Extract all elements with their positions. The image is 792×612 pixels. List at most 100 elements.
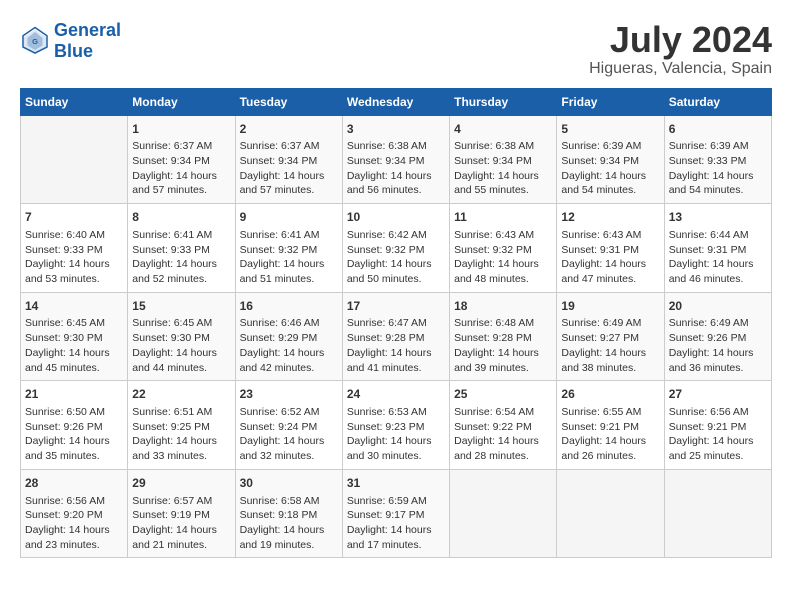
table-row: 1 Sunrise: 6:37 AMSunset: 9:34 PMDayligh… [128,115,235,204]
table-row: 7 Sunrise: 6:40 AMSunset: 9:33 PMDayligh… [21,204,128,293]
day-number: 6 [669,121,767,138]
day-info: Sunrise: 6:56 AMSunset: 9:20 PMDaylight:… [25,494,123,553]
table-row: 13 Sunrise: 6:44 AMSunset: 9:31 PMDaylig… [664,204,771,293]
day-info: Sunrise: 6:38 AMSunset: 9:34 PMDaylight:… [454,139,552,198]
logo-icon: G [20,26,50,56]
page-header: G General Blue July 2024 Higueras, Valen… [20,20,772,78]
day-number: 3 [347,121,445,138]
table-row: 24 Sunrise: 6:53 AMSunset: 9:23 PMDaylig… [342,381,449,470]
day-number: 18 [454,298,552,315]
table-row: 23 Sunrise: 6:52 AMSunset: 9:24 PMDaylig… [235,381,342,470]
header-saturday: Saturday [664,88,771,115]
header-friday: Friday [557,88,664,115]
day-info: Sunrise: 6:51 AMSunset: 9:25 PMDaylight:… [132,405,230,464]
day-number: 31 [347,475,445,492]
weekday-header-row: Sunday Monday Tuesday Wednesday Thursday… [21,88,772,115]
day-info: Sunrise: 6:39 AMSunset: 9:33 PMDaylight:… [669,139,767,198]
table-row: 6 Sunrise: 6:39 AMSunset: 9:33 PMDayligh… [664,115,771,204]
day-info: Sunrise: 6:41 AMSunset: 9:32 PMDaylight:… [240,228,338,287]
day-number: 29 [132,475,230,492]
day-number: 14 [25,298,123,315]
table-row: 14 Sunrise: 6:45 AMSunset: 9:30 PMDaylig… [21,292,128,381]
logo: G General Blue [20,20,121,62]
day-number: 25 [454,386,552,403]
table-row: 30 Sunrise: 6:58 AMSunset: 9:18 PMDaylig… [235,469,342,558]
day-number: 21 [25,386,123,403]
table-row: 5 Sunrise: 6:39 AMSunset: 9:34 PMDayligh… [557,115,664,204]
table-row: 27 Sunrise: 6:56 AMSunset: 9:21 PMDaylig… [664,381,771,470]
table-row: 3 Sunrise: 6:38 AMSunset: 9:34 PMDayligh… [342,115,449,204]
day-info: Sunrise: 6:54 AMSunset: 9:22 PMDaylight:… [454,405,552,464]
day-number: 15 [132,298,230,315]
table-row: 18 Sunrise: 6:48 AMSunset: 9:28 PMDaylig… [450,292,557,381]
day-info: Sunrise: 6:37 AMSunset: 9:34 PMDaylight:… [132,139,230,198]
calendar-week-row: 21 Sunrise: 6:50 AMSunset: 9:26 PMDaylig… [21,381,772,470]
day-info: Sunrise: 6:59 AMSunset: 9:17 PMDaylight:… [347,494,445,553]
day-info: Sunrise: 6:49 AMSunset: 9:26 PMDaylight:… [669,316,767,375]
table-row: 20 Sunrise: 6:49 AMSunset: 9:26 PMDaylig… [664,292,771,381]
day-number: 22 [132,386,230,403]
day-info: Sunrise: 6:47 AMSunset: 9:28 PMDaylight:… [347,316,445,375]
day-info: Sunrise: 6:45 AMSunset: 9:30 PMDaylight:… [132,316,230,375]
day-number: 17 [347,298,445,315]
day-number: 23 [240,386,338,403]
table-row: 4 Sunrise: 6:38 AMSunset: 9:34 PMDayligh… [450,115,557,204]
table-row [557,469,664,558]
header-tuesday: Tuesday [235,88,342,115]
day-number: 7 [25,209,123,226]
day-info: Sunrise: 6:38 AMSunset: 9:34 PMDaylight:… [347,139,445,198]
table-row [21,115,128,204]
day-number: 4 [454,121,552,138]
day-info: Sunrise: 6:42 AMSunset: 9:32 PMDaylight:… [347,228,445,287]
table-row: 29 Sunrise: 6:57 AMSunset: 9:19 PMDaylig… [128,469,235,558]
header-sunday: Sunday [21,88,128,115]
day-number: 28 [25,475,123,492]
location-subtitle: Higueras, Valencia, Spain [589,60,772,78]
day-number: 8 [132,209,230,226]
title-block: July 2024 Higueras, Valencia, Spain [589,20,772,78]
day-info: Sunrise: 6:48 AMSunset: 9:28 PMDaylight:… [454,316,552,375]
day-info: Sunrise: 6:40 AMSunset: 9:33 PMDaylight:… [25,228,123,287]
header-wednesday: Wednesday [342,88,449,115]
day-number: 20 [669,298,767,315]
day-info: Sunrise: 6:43 AMSunset: 9:32 PMDaylight:… [454,228,552,287]
day-number: 2 [240,121,338,138]
table-row: 8 Sunrise: 6:41 AMSunset: 9:33 PMDayligh… [128,204,235,293]
day-number: 16 [240,298,338,315]
table-row: 28 Sunrise: 6:56 AMSunset: 9:20 PMDaylig… [21,469,128,558]
day-number: 13 [669,209,767,226]
day-info: Sunrise: 6:53 AMSunset: 9:23 PMDaylight:… [347,405,445,464]
logo-text: General Blue [54,20,121,62]
day-number: 30 [240,475,338,492]
day-info: Sunrise: 6:55 AMSunset: 9:21 PMDaylight:… [561,405,659,464]
table-row: 22 Sunrise: 6:51 AMSunset: 9:25 PMDaylig… [128,381,235,470]
day-info: Sunrise: 6:39 AMSunset: 9:34 PMDaylight:… [561,139,659,198]
table-row: 2 Sunrise: 6:37 AMSunset: 9:34 PMDayligh… [235,115,342,204]
table-row: 31 Sunrise: 6:59 AMSunset: 9:17 PMDaylig… [342,469,449,558]
day-info: Sunrise: 6:37 AMSunset: 9:34 PMDaylight:… [240,139,338,198]
table-row [450,469,557,558]
calendar-week-row: 7 Sunrise: 6:40 AMSunset: 9:33 PMDayligh… [21,204,772,293]
day-number: 27 [669,386,767,403]
day-number: 24 [347,386,445,403]
day-info: Sunrise: 6:49 AMSunset: 9:27 PMDaylight:… [561,316,659,375]
day-info: Sunrise: 6:43 AMSunset: 9:31 PMDaylight:… [561,228,659,287]
month-title: July 2024 [589,20,772,60]
day-info: Sunrise: 6:41 AMSunset: 9:33 PMDaylight:… [132,228,230,287]
table-row: 10 Sunrise: 6:42 AMSunset: 9:32 PMDaylig… [342,204,449,293]
table-row: 16 Sunrise: 6:46 AMSunset: 9:29 PMDaylig… [235,292,342,381]
day-info: Sunrise: 6:52 AMSunset: 9:24 PMDaylight:… [240,405,338,464]
day-number: 1 [132,121,230,138]
day-number: 19 [561,298,659,315]
day-info: Sunrise: 6:57 AMSunset: 9:19 PMDaylight:… [132,494,230,553]
table-row: 19 Sunrise: 6:49 AMSunset: 9:27 PMDaylig… [557,292,664,381]
table-row [664,469,771,558]
table-row: 11 Sunrise: 6:43 AMSunset: 9:32 PMDaylig… [450,204,557,293]
svg-text:G: G [32,37,38,46]
header-monday: Monday [128,88,235,115]
table-row: 12 Sunrise: 6:43 AMSunset: 9:31 PMDaylig… [557,204,664,293]
table-row: 15 Sunrise: 6:45 AMSunset: 9:30 PMDaylig… [128,292,235,381]
day-number: 11 [454,209,552,226]
day-number: 10 [347,209,445,226]
table-row: 21 Sunrise: 6:50 AMSunset: 9:26 PMDaylig… [21,381,128,470]
